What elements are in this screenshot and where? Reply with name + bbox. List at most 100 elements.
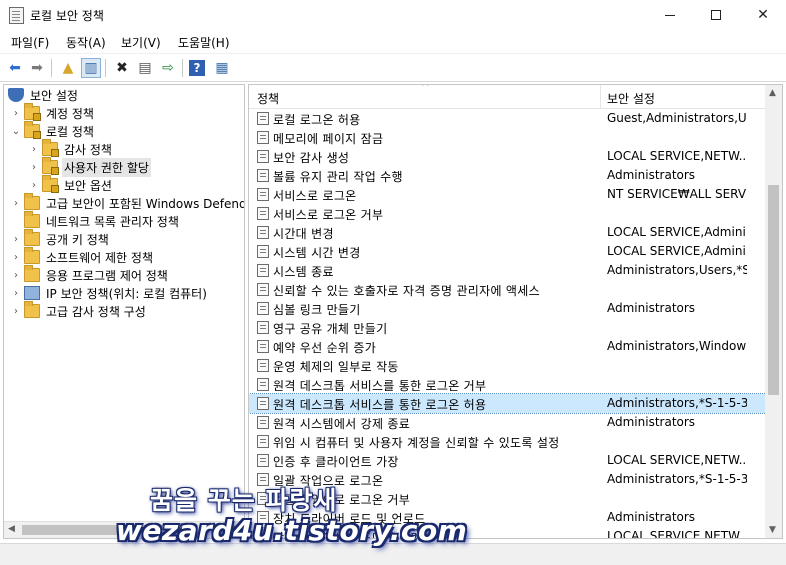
policy-row[interactable]: 신뢰할 수 있는 호출자로 자격 증명 관리자에 액세스 <box>249 280 766 299</box>
policy-name: 로컬 로그온 허용 <box>273 113 361 127</box>
policy-name: 원격 데스크톱 서비스를 통한 로그온 허용 <box>273 398 487 412</box>
policy-list-pane[interactable]: 정책 ^ 보안 설정 로컬 로그온 허용 Guest,Administrators… <box>248 84 783 539</box>
close-button[interactable]: ✕ <box>740 0 786 30</box>
tree-item-local-policies[interactable]: ⌄ 로컬 정책 <box>10 121 96 140</box>
policy-document-icon <box>257 454 269 467</box>
properties-icon: ▤ <box>138 60 152 76</box>
window-title: 로컬 보안 정책 <box>30 9 104 23</box>
policy-row[interactable]: 영구 공유 개체 만들기 <box>249 318 766 337</box>
properties-button[interactable]: ▤ <box>135 58 155 78</box>
export-list-button[interactable]: ⇨ <box>158 58 178 78</box>
policy-setting-value: Administrators,*S-1-5-3... <box>607 472 747 486</box>
tree-item-network-list-manager[interactable]: 네트워크 목록 관리자 정책 <box>10 211 181 230</box>
chevron-right-icon[interactable]: › <box>10 198 22 209</box>
show-hide-tree-button[interactable]: ▥ <box>81 58 101 78</box>
tree-item-public-key-policies[interactable]: › 공개 키 정책 <box>10 229 111 248</box>
column-header-policy[interactable]: 정책 <box>257 90 279 107</box>
folder-lock-icon <box>24 121 41 139</box>
policy-row[interactable]: 시스템 시간 변경 LOCAL SERVICE,Admini... <box>249 242 766 261</box>
tree-item-security-settings[interactable]: 보안 설정 <box>6 86 80 104</box>
tree-item-software-restriction[interactable]: › 소프트웨어 제한 정책 <box>10 247 155 266</box>
policy-name: 예약 우선 순위 증가 <box>273 341 377 355</box>
tree-item-windows-defender-firewall[interactable]: › 고급 보안이 포함된 Windows Defender <box>10 193 245 212</box>
chevron-right-icon[interactable]: › <box>28 162 40 173</box>
tree-item-advanced-audit[interactable]: › 고급 감사 정책 구성 <box>10 301 148 320</box>
chevron-down-icon[interactable]: ⌄ <box>10 126 22 137</box>
toolbar-separator <box>182 59 183 77</box>
column-header-security-setting[interactable]: 보안 설정 <box>607 90 655 107</box>
maximize-button[interactable] <box>693 0 739 30</box>
menu-view[interactable]: 보기(V) <box>121 34 161 51</box>
forward-button[interactable]: ➡ <box>27 58 47 78</box>
tree-item-account-policies[interactable]: › 계정 정책 <box>10 103 96 122</box>
vertical-scrollbar[interactable]: ▲ ▼ <box>765 85 782 538</box>
scroll-down-icon[interactable]: ▼ <box>769 525 776 535</box>
chevron-right-icon[interactable]: › <box>10 252 22 263</box>
policy-row[interactable]: 메모리에 페이지 잠금 <box>249 128 766 147</box>
column-divider[interactable] <box>600 85 601 109</box>
scroll-left-icon[interactable]: ◀ <box>8 524 15 534</box>
policy-row[interactable]: 인증 후 클라이언트 가장 LOCAL SERVICE,NETW... <box>249 451 766 470</box>
policy-document-icon <box>257 150 269 163</box>
chevron-right-icon[interactable]: › <box>10 108 22 119</box>
policy-document-icon <box>257 302 269 315</box>
chevron-right-icon[interactable]: › <box>28 144 40 155</box>
policy-name: 신뢰할 수 있는 호출자로 자격 증명 관리자에 액세스 <box>273 284 540 298</box>
scroll-up-icon[interactable]: ▲ <box>769 88 776 98</box>
tree-item-security-options[interactable]: › 보안 옵션 <box>28 175 114 194</box>
chevron-right-icon[interactable]: › <box>10 270 22 281</box>
help-icon: ? <box>193 61 201 75</box>
policy-setting-value: NT SERVICE₩ALL SERVI... <box>607 187 747 201</box>
folder-icon <box>24 211 40 228</box>
policy-row[interactable]: 심볼 링크 만들기 Administrators <box>249 299 766 318</box>
chevron-right-icon[interactable]: › <box>28 180 40 191</box>
policy-row[interactable]: 보안 감사 생성 LOCAL SERVICE,NETW... <box>249 147 766 166</box>
menu-file[interactable]: 파일(F) <box>11 34 49 51</box>
menu-help[interactable]: 도움말(H) <box>178 34 230 51</box>
policy-row[interactable]: 위임 시 컴퓨터 및 사용자 계정을 신뢰할 수 있도록 설정 <box>249 432 766 451</box>
policy-row[interactable]: 원격 데스크톱 서비스를 통한 로그온 거부 <box>249 375 766 394</box>
policy-row[interactable]: 원격 데스크톱 서비스를 통한 로그온 허용 Administrators,*S-… <box>249 393 767 414</box>
policy-document-icon <box>257 226 269 239</box>
policy-row[interactable]: 시스템 종료 Administrators,Users,*S-... <box>249 261 766 280</box>
policy-row[interactable]: 볼륨 유지 관리 작업 수행 Administrators <box>249 166 766 185</box>
back-button[interactable]: ⬅ <box>5 58 25 78</box>
policy-document-icon <box>257 188 269 201</box>
tree-item-label: 로컬 정책 <box>46 124 94 139</box>
up-one-level-button[interactable]: ▲ <box>58 58 78 78</box>
title-bar: 로컬 보안 정책 ✕ <box>0 0 786 30</box>
menu-action[interactable]: 동작(A) <box>66 34 106 51</box>
policy-row[interactable]: 서비스로 로그온 거부 <box>249 204 766 223</box>
folder-icon <box>24 247 40 264</box>
policy-row[interactable]: 원격 시스템에서 강제 종료 Administrators <box>249 413 766 432</box>
policy-name: 심볼 링크 만들기 <box>273 303 361 317</box>
chevron-right-icon[interactable]: › <box>10 306 22 317</box>
chevron-right-icon[interactable]: › <box>10 288 22 299</box>
help-button[interactable]: ? <box>189 60 205 76</box>
policy-document-icon <box>257 378 269 391</box>
tree-pane[interactable]: 보안 설정 › 계정 정책 ⌄ 로컬 정책 › 감사 정책 › 사용자 권한 할… <box>3 84 245 539</box>
policy-row[interactable]: 운영 체제의 일부로 작동 <box>249 356 766 375</box>
tree-item-audit-policy[interactable]: › 감사 정책 <box>28 139 114 158</box>
policy-document-icon <box>257 264 269 277</box>
tree-item-ip-security[interactable]: › IP 보안 정책(위치: 로컬 컴퓨터) <box>10 284 209 302</box>
minimize-button[interactable] <box>647 0 693 30</box>
policy-row[interactable]: 시간대 변경 LOCAL SERVICE,Admini... <box>249 223 766 242</box>
policy-setting-value: Administrators <box>607 415 696 429</box>
policy-row[interactable]: 예약 우선 순위 증가 Administrators,Window ... <box>249 337 766 356</box>
tree-item-label: 사용자 권한 할당 <box>62 157 151 177</box>
tree-item-label: 고급 보안이 포함된 Windows Defender <box>46 196 245 211</box>
policy-document-icon <box>257 435 269 448</box>
scrollbar-thumb[interactable] <box>768 185 779 395</box>
chevron-right-icon[interactable]: › <box>10 234 22 245</box>
local-security-policy-icon <box>9 7 24 24</box>
tree-item-application-control[interactable]: › 응용 프로그램 제어 정책 <box>10 265 170 284</box>
policy-document-icon <box>257 397 269 410</box>
console-view-button[interactable]: ▦ <box>212 58 232 78</box>
policy-row[interactable]: 서비스로 로그온 NT SERVICE₩ALL SERVI... <box>249 185 766 204</box>
delete-button[interactable]: ✖ <box>112 58 132 78</box>
tree-item-user-rights-assignment[interactable]: › 사용자 권한 할당 <box>28 157 151 177</box>
policy-row[interactable]: 로컬 로그온 허용 Guest,Administrators,Us... <box>249 109 766 128</box>
forward-icon: ➡ <box>31 60 43 76</box>
folder-icon <box>24 193 40 210</box>
